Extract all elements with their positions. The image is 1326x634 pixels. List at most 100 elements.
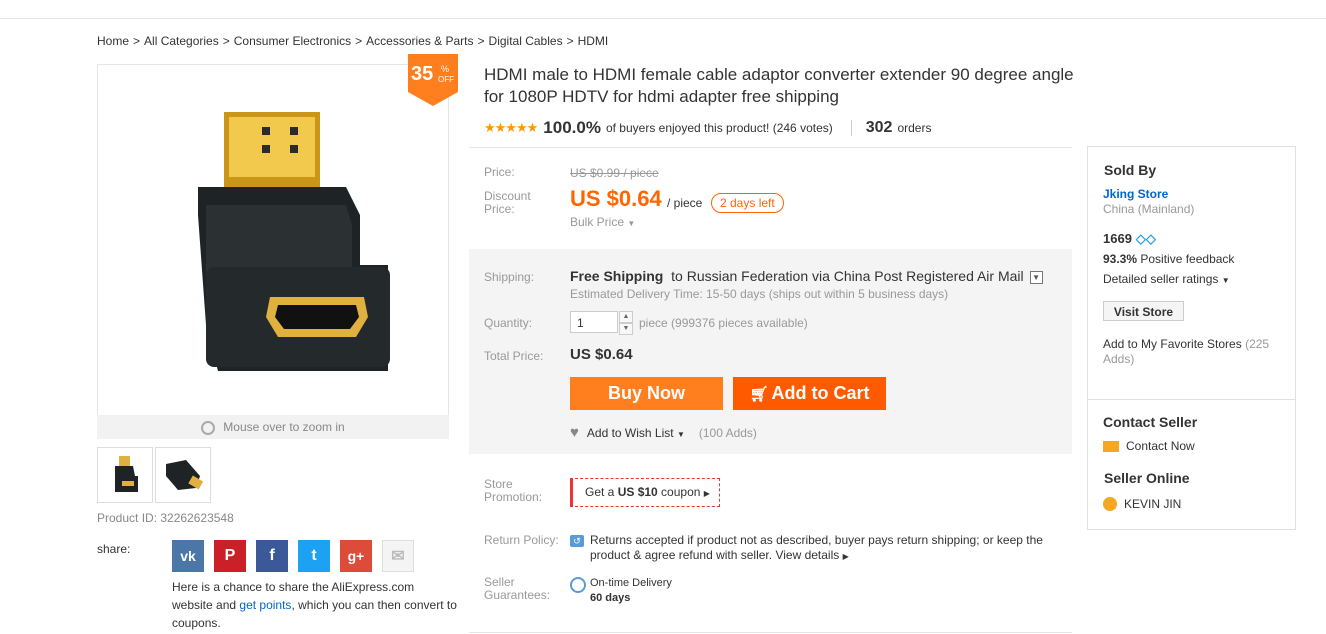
per-piece-label: / piece bbox=[667, 196, 703, 210]
rating-divider bbox=[850, 120, 852, 136]
facebook-icon[interactable]: f bbox=[256, 540, 288, 572]
product-title: HDMI male to HDMI female cable adaptor c… bbox=[484, 65, 1074, 106]
discount-symbol: % bbox=[441, 64, 450, 74]
coupon-amount: US $10 bbox=[617, 485, 658, 499]
feedback-label: Positive feedback bbox=[1140, 252, 1235, 266]
chevron-down-icon: ▼ bbox=[676, 429, 685, 439]
contact-seller-heading: Contact Seller bbox=[1103, 414, 1198, 430]
chevron-right-icon: ▶ bbox=[842, 552, 849, 561]
return-policy-label: Return Policy: bbox=[484, 533, 559, 547]
email-icon[interactable]: ✉ bbox=[382, 540, 414, 572]
share-label: share: bbox=[97, 542, 131, 556]
store-name-link[interactable]: Jking Store bbox=[1103, 187, 1168, 201]
feedback-percent: 93.3% bbox=[1103, 252, 1138, 266]
breadcrumb-home[interactable]: Home bbox=[97, 34, 129, 48]
store-location: China (Mainland) bbox=[1103, 202, 1195, 216]
zoom-hint-text: Mouse over to zoom in bbox=[223, 420, 345, 434]
discount-off: OFF bbox=[438, 75, 454, 84]
quantity-available: piece (999376 pieces available) bbox=[639, 316, 808, 330]
quantity-decrease-button[interactable]: ▼ bbox=[619, 323, 633, 335]
breadcrumb-digital-cables[interactable]: Digital Cables bbox=[489, 34, 563, 48]
get-points-link[interactable]: get points bbox=[239, 598, 291, 612]
discount-label-line2: Price: bbox=[484, 202, 515, 216]
return-icon: ↺ bbox=[570, 535, 584, 547]
total-price: US $0.64 bbox=[570, 346, 633, 363]
days-left-badge: 2 days left bbox=[711, 193, 784, 213]
coupon-button[interactable]: Get a US $10 coupon ▶ bbox=[570, 478, 720, 507]
clock-icon bbox=[570, 577, 586, 593]
guarantee-title: On-time Delivery bbox=[590, 577, 672, 589]
twitter-icon[interactable]: t bbox=[298, 540, 330, 572]
cart-icon: 🛒︎ bbox=[749, 386, 769, 403]
shipping-label: Shipping: bbox=[484, 270, 535, 284]
bulk-price-label: Bulk Price bbox=[570, 215, 625, 229]
quantity-input[interactable]: 1 bbox=[570, 311, 618, 333]
star-rating-icon: ★★★★★ bbox=[484, 120, 538, 135]
thumbnail-front[interactable] bbox=[97, 447, 153, 503]
google-plus-icon[interactable]: g+ bbox=[340, 540, 372, 572]
heart-icon: ♥ bbox=[570, 424, 579, 441]
discount-badge: 35 % OFF bbox=[408, 54, 458, 106]
seller-online-name: KEVIN JIN bbox=[1124, 497, 1182, 511]
shipping-to: to bbox=[671, 268, 683, 284]
store-score-value: 1669 bbox=[1103, 231, 1132, 246]
seller-online-heading: Seller Online bbox=[1104, 470, 1190, 486]
guarantee-label-line2: Guarantees: bbox=[484, 588, 551, 602]
bottom-divider bbox=[469, 632, 1072, 633]
buy-now-button[interactable]: Buy Now bbox=[570, 377, 723, 410]
search-icon bbox=[201, 420, 216, 435]
seller-panel-divider bbox=[1088, 399, 1295, 400]
positive-feedback: 93.3% Positive feedback bbox=[1103, 252, 1234, 266]
bulk-price-dropdown[interactable]: Bulk Price ▼ bbox=[570, 215, 635, 229]
store-promotion-label: Store Promotion: bbox=[484, 478, 542, 504]
breadcrumb-consumer-electronics[interactable]: Consumer Electronics bbox=[234, 34, 351, 48]
promotion-label-line2: Promotion: bbox=[484, 490, 543, 504]
wish-list: ♥ Add to Wish List ▼ (100 Adds) bbox=[570, 424, 757, 441]
vk-icon[interactable]: vk bbox=[172, 540, 204, 572]
sold-by-heading: Sold By bbox=[1104, 162, 1157, 178]
breadcrumb-all-categories[interactable]: All Categories bbox=[144, 34, 219, 48]
breadcrumb: Home > All Categories > Consumer Electronics… bbox=[97, 34, 609, 48]
chevron-right-icon: ▶ bbox=[703, 489, 710, 498]
chevron-down-icon: ▼ bbox=[1221, 276, 1230, 285]
orders-label: orders bbox=[897, 121, 932, 135]
on-time-delivery: On-time Delivery 60 days bbox=[590, 576, 672, 606]
diamond-icon: ◇◇ bbox=[1135, 231, 1156, 246]
product-id: Product ID: 32262623548 bbox=[97, 511, 234, 525]
guarantee-days: 60 days bbox=[590, 592, 631, 604]
seller-guarantees-label: Seller Guarantees: bbox=[484, 576, 550, 602]
rating-row: ★★★★★ 100.0% of buyers enjoyed this prod… bbox=[484, 118, 931, 138]
add-to-cart-button[interactable]: 🛒︎ Add to Cart bbox=[733, 377, 886, 410]
discount-percent: 35 bbox=[411, 63, 434, 85]
share-icons: vk P f t g+ ✉ bbox=[172, 540, 414, 572]
wish-list-label: Add to Wish List bbox=[586, 425, 674, 440]
shipping-info: Free Shipping to Russian Federation via … bbox=[570, 268, 1043, 284]
detailed-ratings-label: Detailed seller ratings bbox=[1103, 272, 1219, 286]
shipping-dropdown-icon[interactable]: ▼ bbox=[1029, 270, 1043, 284]
coupon-prefix: Get a bbox=[585, 485, 618, 499]
contact-now-label: Contact Now bbox=[1126, 439, 1195, 453]
zoom-hint: Mouse over to zoom in bbox=[97, 415, 449, 439]
pinterest-icon[interactable]: P bbox=[214, 540, 246, 572]
breadcrumb-hdmi[interactable]: HDMI bbox=[578, 34, 609, 48]
main-product-image[interactable] bbox=[97, 64, 449, 416]
visit-store-button[interactable]: Visit Store bbox=[1103, 301, 1184, 321]
rating-text[interactable]: of buyers enjoyed this product! (246 vot… bbox=[606, 121, 833, 135]
contact-now-link[interactable]: Contact Now bbox=[1103, 439, 1195, 453]
discounted-price: US $0.64 bbox=[570, 186, 662, 211]
orders-count: 302 bbox=[865, 119, 893, 136]
add-to-favorite-stores[interactable]: Add to My Favorite Stores (225 Adds) bbox=[1103, 337, 1283, 367]
shipping-destination[interactable]: Russian Federation via China Post Regist… bbox=[687, 268, 1024, 284]
detailed-ratings-dropdown[interactable]: Detailed seller ratings ▼ bbox=[1103, 272, 1230, 286]
price-box-divider bbox=[469, 147, 1072, 148]
add-to-wish-list-link[interactable]: Add to Wish List ▼ bbox=[587, 426, 685, 440]
view-details-label: View details bbox=[775, 548, 840, 562]
breadcrumb-accessories-parts[interactable]: Accessories & Parts bbox=[366, 34, 473, 48]
thumbnail-side[interactable] bbox=[155, 447, 211, 503]
view-details-link[interactable]: View details ▶ bbox=[775, 548, 848, 562]
seller-online-contact[interactable]: KEVIN JIN bbox=[1103, 497, 1181, 511]
rating-percent: 100.0% bbox=[543, 118, 601, 137]
add-to-cart-label: Add to Cart bbox=[771, 383, 870, 403]
quantity-increase-button[interactable]: ▲ bbox=[619, 311, 633, 323]
favorite-label: Add to My Favorite Stores bbox=[1103, 337, 1242, 351]
